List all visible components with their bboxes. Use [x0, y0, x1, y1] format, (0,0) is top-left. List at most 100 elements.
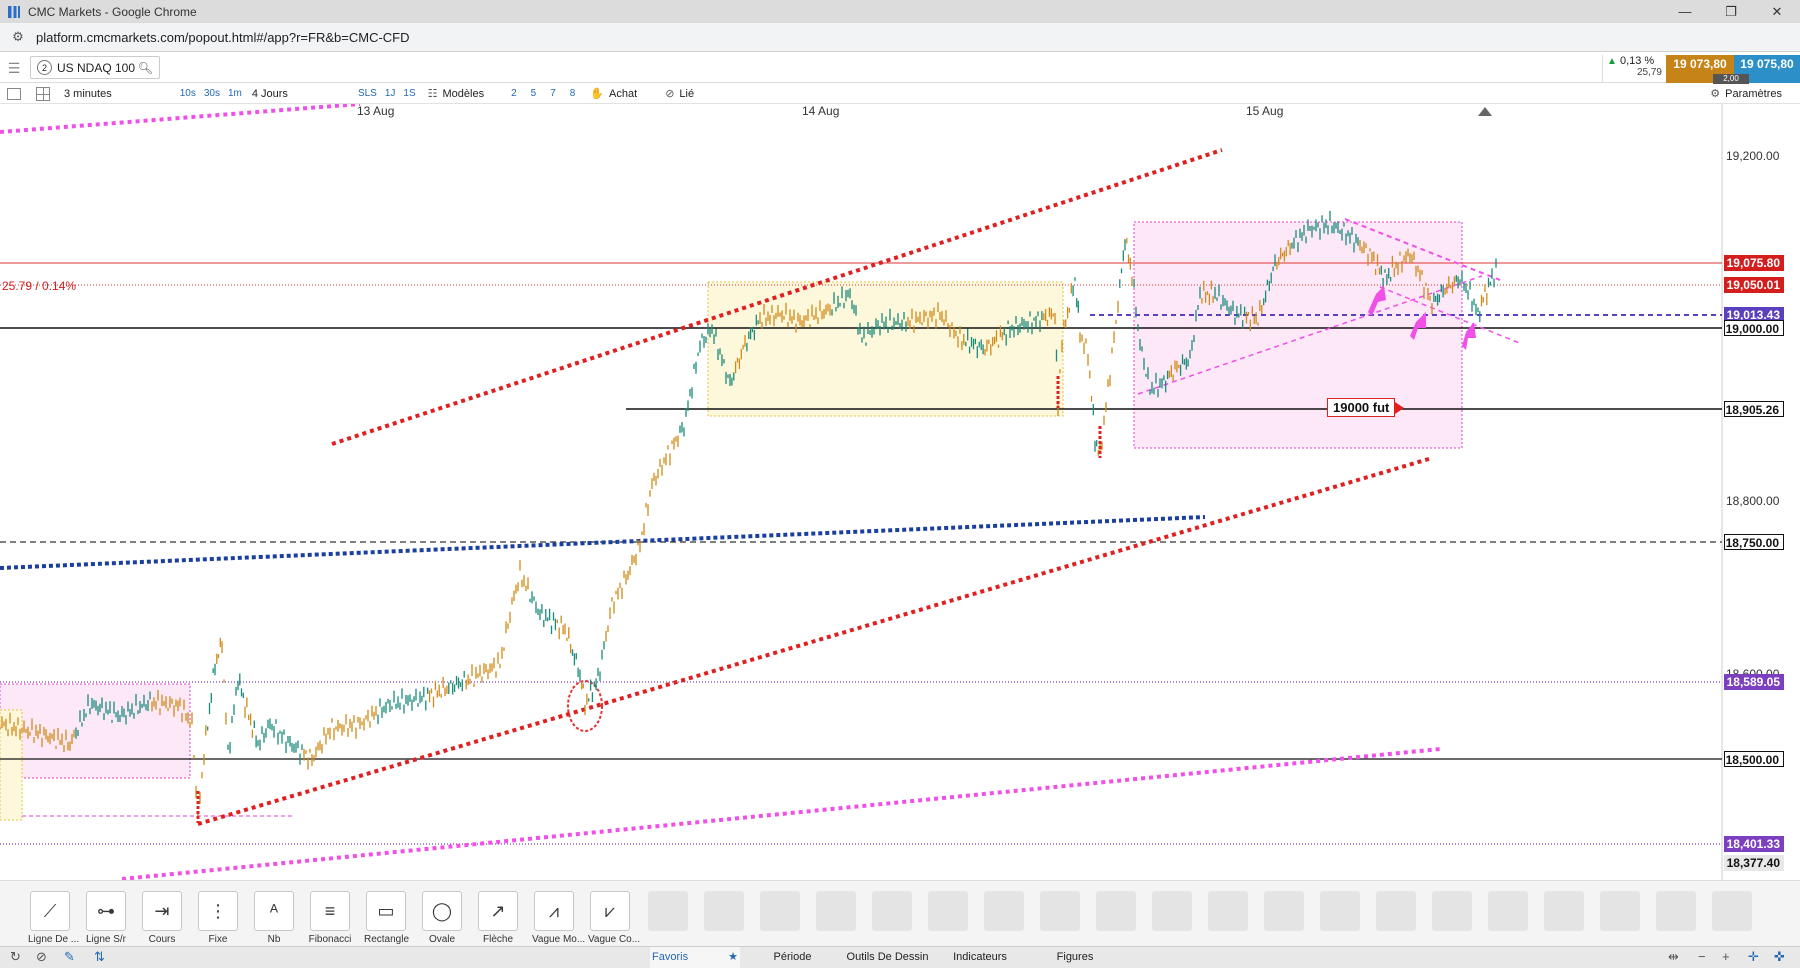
tool-fixed[interactable]: ⋮ Fixe	[196, 891, 240, 945]
chart-layout-icon[interactable]	[7, 87, 21, 100]
instrument-index-badge: 2	[37, 60, 52, 75]
period-1s[interactable]: 1S	[399, 88, 419, 99]
num-2[interactable]: 2	[504, 88, 524, 99]
empty-tool-slot[interactable]	[1544, 891, 1584, 931]
link-icon[interactable]: ⊘	[657, 87, 677, 100]
empty-tool-slot[interactable]	[1376, 891, 1416, 931]
empty-tool-slot[interactable]	[1712, 891, 1752, 931]
empty-tool-slot[interactable]	[1040, 891, 1080, 931]
sls-button[interactable]: SLS	[354, 88, 381, 99]
search-icon[interactable]: 🔍︎	[138, 61, 153, 75]
empty-tool-slot[interactable]	[1432, 891, 1472, 931]
zoom-out-icon[interactable]: −	[1698, 949, 1706, 964]
tool-oval[interactable]: ◯ Ovale	[420, 891, 464, 945]
empty-tool-slot[interactable]	[1152, 891, 1192, 931]
price-chart[interactable]	[0, 104, 1800, 880]
tool-line[interactable]: ⟋ Ligne De ...	[28, 891, 80, 945]
trendline-pink-bottom	[121, 747, 1441, 880]
url-text[interactable]: platform.cmcmarkets.com/popout.html#/app…	[36, 30, 410, 45]
tool-wave[interactable]: ⩘ Vague Mo...	[532, 891, 586, 945]
fut-level-tag[interactable]: 19000 fut	[1327, 398, 1405, 417]
tool-fibonacci[interactable]: ≡ Fibonacci	[308, 891, 352, 945]
empty-tool-slot[interactable]	[1656, 891, 1696, 931]
restore-icon[interactable]: ❐	[1708, 0, 1754, 23]
empty-tool-slot[interactable]	[1488, 891, 1528, 931]
crosshair-icon[interactable]: ✛	[1748, 949, 1759, 965]
sr-line-icon: ⊶	[86, 891, 126, 931]
empty-tool-slot[interactable]	[760, 891, 800, 931]
empty-tool-slot[interactable]	[1600, 891, 1640, 931]
num-5[interactable]: 5	[524, 88, 544, 99]
site-settings-icon[interactable]: ⚙	[10, 29, 26, 45]
close-icon[interactable]: ✕	[1754, 0, 1800, 23]
tool-corrective-wave[interactable]: ⩗ Vague Co...	[588, 891, 640, 945]
price-label-current: 19,075.80	[1724, 255, 1784, 271]
consolidation-zone-yellow	[707, 281, 1064, 417]
tool-label: Ligne De ...	[28, 934, 80, 945]
chart-canvas[interactable]	[0, 104, 1800, 880]
empty-tool-slot[interactable]	[872, 891, 912, 931]
hamburger-menu-icon[interactable]: ☰	[6, 60, 22, 76]
cancel-icon[interactable]: ⊘	[36, 949, 47, 965]
link-button[interactable]: Lié	[677, 88, 700, 100]
tool-label: Flèche	[482, 934, 513, 945]
tool-label: Fibonacci	[308, 934, 352, 945]
crosshair-move-icon[interactable]: ⇹	[1668, 949, 1679, 965]
num-7[interactable]: 7	[543, 88, 563, 99]
settings-button[interactable]: Paramètres	[1723, 88, 1788, 100]
interval-30s[interactable]: 30s	[200, 88, 224, 99]
empty-tool-slot[interactable]	[816, 891, 856, 931]
empty-tool-slot[interactable]	[648, 891, 688, 931]
timeframe-select[interactable]: 3 minutes	[58, 88, 118, 100]
line-icon: ⟋	[30, 891, 70, 931]
window-title-bar: CMC Markets - Google Chrome — ❐ ✕	[0, 0, 1800, 23]
bottom-tab-bar: ↻ ⊘ ✎ ⇅ Favoris ★ Période Outils De Dessi…	[0, 946, 1800, 968]
empty-tool-slot[interactable]	[704, 891, 744, 931]
buy-price: 19 075,80	[1740, 57, 1794, 71]
tool-arrow[interactable]: ↗ Flèche	[476, 891, 520, 945]
chart-grid-icon[interactable]	[36, 86, 50, 101]
minimize-icon[interactable]: —	[1662, 0, 1708, 23]
trendline-pink-top	[0, 104, 361, 134]
settings-gear-icon[interactable]: ⚙	[1702, 87, 1723, 100]
empty-tool-slot[interactable]	[1208, 891, 1248, 931]
models-icon[interactable]: ☷	[420, 87, 441, 100]
tool-rectangle[interactable]: ▭ Rectangle	[364, 891, 409, 945]
address-bar[interactable]: ⚙ platform.cmcmarkets.com/popout.html#/a…	[0, 23, 1800, 52]
scroll-up-marker-icon[interactable]	[1478, 107, 1492, 116]
interval-10s[interactable]: 10s	[176, 88, 200, 99]
period-select[interactable]: 4 Jours	[246, 88, 294, 100]
price-icon: ⇥	[142, 891, 182, 931]
models-button[interactable]: Modèles	[441, 88, 491, 100]
period-1j[interactable]: 1J	[381, 88, 400, 99]
tab-favoris[interactable]: Favoris ★	[650, 947, 740, 968]
tab-indicateurs[interactable]: Indicateurs	[935, 947, 1025, 968]
tool-text[interactable]: ᴬ Nb	[252, 891, 296, 945]
text-icon: ᴬ	[254, 891, 294, 931]
tool-label: Vague Mo...	[532, 934, 586, 945]
expand-icon[interactable]: ✜	[1774, 949, 1785, 965]
tab-outils-label: Outils De Dessin	[846, 951, 929, 963]
instrument-selector[interactable]: 2 US NDAQ 100 🔍︎	[30, 56, 160, 79]
tab-outils-de-dessin[interactable]: Outils De Dessin	[840, 947, 935, 968]
tool-sr-line[interactable]: ⊶ Ligne S/r	[84, 891, 128, 945]
interval-1m[interactable]: 1m	[224, 88, 246, 99]
magnet-icon[interactable]: ⇅	[94, 949, 105, 965]
instrument-bar: ☰ 2 US NDAQ 100 🔍︎	[0, 53, 1800, 83]
tab-periode-label: Période	[773, 951, 812, 963]
tab-periode[interactable]: Période	[745, 947, 840, 968]
buy-hand-icon[interactable]: ✋	[582, 87, 607, 100]
empty-tool-slot[interactable]	[1096, 891, 1136, 931]
empty-tool-slot[interactable]	[1320, 891, 1360, 931]
empty-tool-slot[interactable]	[984, 891, 1024, 931]
tab-figures[interactable]: Figures	[1030, 947, 1120, 968]
buy-button[interactable]: Achat	[607, 88, 643, 100]
pencil-icon[interactable]: ✎	[64, 949, 75, 965]
refresh-icon[interactable]: ↻	[10, 949, 21, 965]
num-8[interactable]: 8	[563, 88, 583, 99]
tool-price[interactable]: ⇥ Cours	[140, 891, 184, 945]
fibonacci-icon: ≡	[310, 891, 350, 931]
empty-tool-slot[interactable]	[928, 891, 968, 931]
empty-tool-slot[interactable]	[1264, 891, 1304, 931]
zoom-in-icon[interactable]: +	[1722, 949, 1730, 964]
